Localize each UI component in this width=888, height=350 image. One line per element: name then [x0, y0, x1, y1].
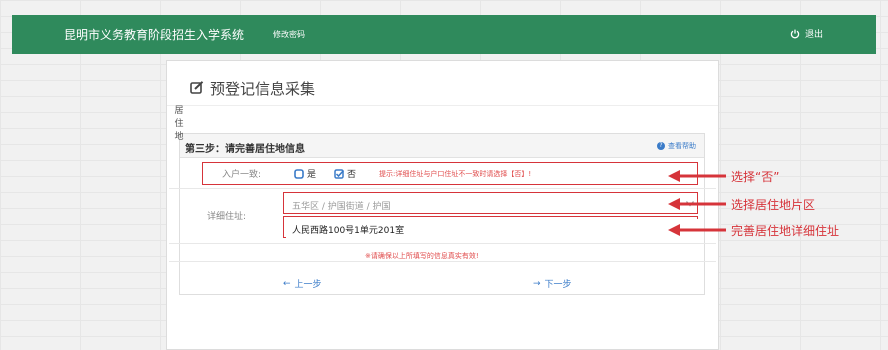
step-title: 第三步：请完善居住地信息	[185, 144, 305, 155]
next-step-label: 下一步	[544, 280, 572, 290]
annotation-arrow-icon	[668, 170, 726, 182]
address-label: 详细住址:	[207, 212, 247, 222]
annotation-select-region: 选择居住地片区	[731, 198, 816, 212]
radio-no[interactable]: 否	[334, 167, 356, 180]
annotation-complete-address: 完善居住地详细住址	[731, 224, 840, 238]
arrow-left-icon: ←	[283, 278, 291, 289]
residence-side-label: 居 住 地	[174, 106, 184, 142]
power-icon	[790, 29, 800, 38]
radio-empty-icon	[294, 168, 304, 179]
row-divider	[169, 243, 716, 244]
annotation-arrow-icon	[668, 224, 726, 236]
region-select[interactable]: 五华区 / 护国街道 / 护国	[286, 195, 700, 214]
checkbox-checked-icon	[334, 168, 344, 179]
step-panel-header: 第三步：请完善居住地信息 ? 查看帮助	[180, 134, 704, 158]
edit-icon	[190, 81, 204, 94]
row-divider	[169, 188, 716, 189]
household-hint: 提示:详细住址与户口住址不一致时请选择【否】!	[379, 170, 532, 178]
radio-yes[interactable]: 是	[294, 167, 316, 180]
registration-card: 预登记信息采集 第三步：请完善居住地信息 ? 查看帮助 居 住 地 入户一致: …	[166, 60, 719, 350]
next-step-button[interactable]: → 下一步	[533, 277, 572, 291]
detail-address-input[interactable]: 人民西路100号1单元201室	[286, 219, 700, 238]
change-password-link[interactable]: 修改密码	[273, 29, 305, 40]
help-link[interactable]: ? 查看帮助	[657, 141, 696, 151]
logout-button[interactable]: 退出	[790, 27, 823, 40]
system-title: 昆明市义务教育阶段招生入学系统	[64, 28, 245, 42]
prev-step-label: 上一步	[294, 280, 322, 290]
annotation-arrow-icon	[668, 198, 726, 210]
page-title: 预登记信息采集	[210, 79, 316, 98]
household-label: 入户一致:	[222, 170, 262, 180]
prev-step-button[interactable]: ← 上一步	[283, 277, 322, 291]
top-nav-bar: 昆明市义务教育阶段招生入学系统 修改密码 退出	[12, 15, 876, 54]
region-value: 五华区 / 护国街道 / 护国	[292, 202, 391, 212]
radio-no-label: 否	[347, 170, 357, 180]
question-icon: ?	[657, 142, 665, 150]
help-label: 查看帮助	[668, 142, 696, 150]
page-heading: 预登记信息采集	[190, 78, 315, 98]
annotation-select-no: 选择“否”	[731, 170, 780, 184]
truthfulness-notice: ※请确保以上所填写的信息真实有效!	[365, 252, 479, 260]
logout-label: 退出	[805, 30, 824, 40]
arrow-right-icon: →	[533, 278, 541, 289]
step-panel: 第三步：请完善居住地信息 ? 查看帮助	[179, 133, 705, 295]
row-divider	[169, 261, 716, 262]
radio-yes-label: 是	[307, 170, 317, 180]
header-divider	[167, 105, 718, 106]
